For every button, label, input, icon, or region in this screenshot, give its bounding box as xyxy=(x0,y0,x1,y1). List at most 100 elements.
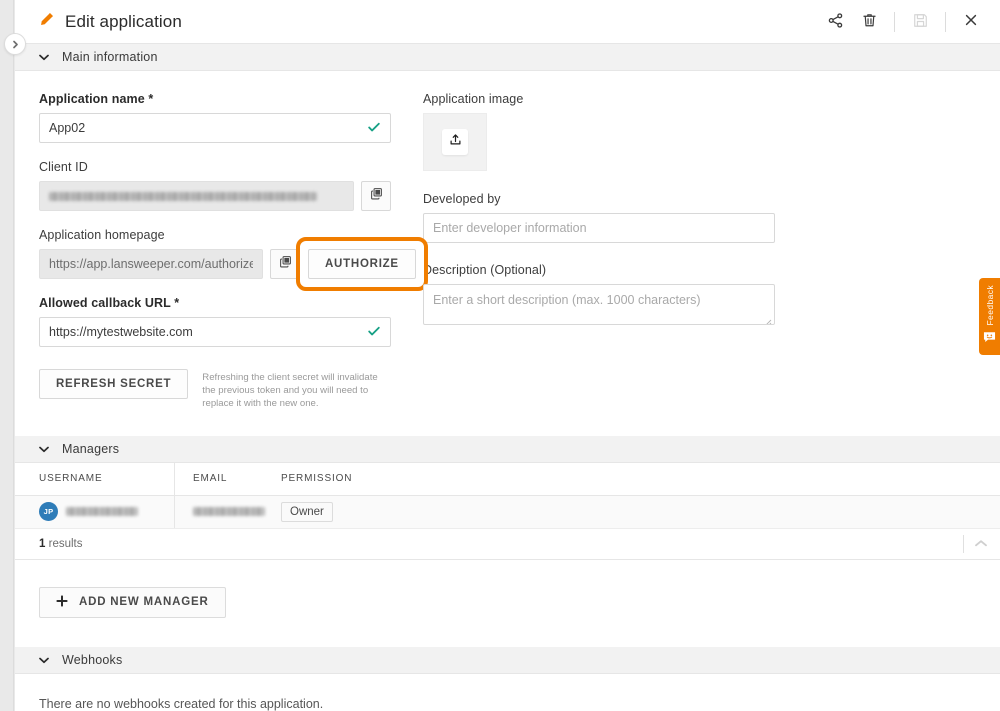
field-allowed-callback-url: Allowed callback URL * https://mytestweb… xyxy=(39,296,391,347)
managers-table-header: USERNAME EMAIL PERMISSION xyxy=(15,462,1000,496)
webhooks-empty-state: There are no webhooks created for this a… xyxy=(39,696,324,711)
application-name-input[interactable]: App02 xyxy=(39,113,391,143)
save-icon xyxy=(912,12,929,32)
description-placeholder: Enter a short description (max. 1000 cha… xyxy=(433,293,701,307)
column-header-email: EMAIL xyxy=(193,473,228,485)
section-title: Managers xyxy=(62,441,120,456)
section-title: Main information xyxy=(62,50,158,64)
application-name-value: App02 xyxy=(49,121,86,135)
results-text: 1 results xyxy=(39,538,82,550)
pencil-icon xyxy=(39,12,54,32)
sidebar-expand-handle[interactable] xyxy=(4,33,26,55)
left-rail xyxy=(0,0,14,711)
smiley-chat-icon xyxy=(983,330,996,348)
results-bar-actions xyxy=(963,534,988,553)
client-id-input[interactable] xyxy=(39,181,354,211)
field-application-name: Application name * App02 xyxy=(39,92,391,143)
application-image-upload[interactable] xyxy=(423,113,487,171)
app-root: Edit application Main information Applic… xyxy=(0,0,1000,711)
upload-icon xyxy=(449,133,462,151)
upload-icon-chip xyxy=(442,129,468,155)
allowed-callback-url-input[interactable]: https://mytestwebsite.com xyxy=(39,317,391,347)
application-homepage-row: https://app.lansweeper.com/authorize AUT… xyxy=(39,237,428,291)
authorize-button-wrapper: AUTHORIZE xyxy=(296,237,428,291)
page-title: Edit application xyxy=(65,11,182,31)
page-header: Edit application xyxy=(15,0,1000,44)
form-column-left: Application name * App02 Client ID Appli… xyxy=(39,92,428,411)
chevron-down-icon xyxy=(39,651,49,669)
main-panel: Edit application Main information Applic… xyxy=(15,0,1000,711)
authorize-button[interactable]: AUTHORIZE xyxy=(308,249,416,279)
page-title-group: Edit application xyxy=(39,12,182,32)
delete-button[interactable] xyxy=(852,5,886,39)
managers-results-bar: 1 results xyxy=(15,528,1000,560)
resize-grip-icon[interactable] xyxy=(764,315,772,324)
refresh-secret-note: Refreshing the client secret will invali… xyxy=(202,372,378,410)
developed-by-input[interactable]: Enter developer information xyxy=(423,213,775,243)
section-title: Webhooks xyxy=(62,652,123,667)
field-client-id: Client ID xyxy=(39,160,391,211)
client-id-label: Client ID xyxy=(39,160,88,174)
table-row[interactable]: JP Owner xyxy=(15,495,1000,529)
add-new-manager-button[interactable]: ADD NEW MANAGER xyxy=(39,586,226,618)
client-id-redacted-value xyxy=(49,191,317,201)
close-button[interactable] xyxy=(954,5,988,39)
header-divider-1 xyxy=(894,11,895,32)
form-column-right: Application image Developed by Enter dev… xyxy=(423,92,775,411)
add-new-manager-label: ADD NEW MANAGER xyxy=(79,596,209,609)
field-description: Description (Optional) Enter a short des… xyxy=(423,263,775,325)
feedback-label: Feedback xyxy=(984,285,995,326)
section-header-webhooks[interactable]: Webhooks xyxy=(15,646,1000,674)
close-icon xyxy=(963,12,979,31)
copy-icon xyxy=(370,187,383,205)
application-homepage-value: https://app.lansweeper.com/authorize xyxy=(49,257,253,271)
chevron-right-icon xyxy=(11,40,20,49)
field-application-homepage: Application homepage https://app.lanswee… xyxy=(39,228,428,291)
trash-icon xyxy=(861,12,878,32)
application-homepage-label: Application homepage xyxy=(39,228,165,242)
email-redacted-value xyxy=(193,507,265,517)
application-name-label: Application name * xyxy=(39,92,154,106)
results-label: results xyxy=(48,537,83,550)
copy-icon xyxy=(279,255,292,273)
copy-client-id-button[interactable] xyxy=(361,181,391,211)
developed-by-placeholder: Enter developer information xyxy=(433,221,587,235)
feedback-tab[interactable]: Feedback xyxy=(979,278,1000,355)
plus-icon xyxy=(56,595,68,610)
chevron-up-icon[interactable] xyxy=(974,535,988,553)
section-header-main-information[interactable]: Main information xyxy=(15,44,1000,71)
refresh-secret-row: REFRESH SECRET Refreshing the client sec… xyxy=(39,369,391,411)
header-divider-2 xyxy=(945,11,946,32)
chevron-down-icon xyxy=(39,48,49,66)
cell-username: JP xyxy=(39,495,175,528)
share-button[interactable] xyxy=(818,5,852,39)
application-image-label: Application image xyxy=(423,92,524,106)
valid-check-icon xyxy=(367,120,381,137)
main-information-body: Application name * App02 Client ID Appli… xyxy=(15,71,1000,411)
field-application-image: Application image xyxy=(423,92,775,171)
valid-check-icon xyxy=(367,324,381,341)
column-header-username: USERNAME xyxy=(39,462,175,495)
avatar: JP xyxy=(39,502,58,522)
username-redacted-value xyxy=(66,507,138,517)
header-actions xyxy=(818,5,988,39)
status-badge: Owner xyxy=(281,501,333,522)
refresh-secret-button[interactable]: REFRESH SECRET xyxy=(39,369,189,399)
client-id-row xyxy=(39,181,391,211)
application-homepage-input[interactable]: https://app.lansweeper.com/authorize xyxy=(39,249,263,279)
save-button[interactable] xyxy=(903,5,937,39)
column-header-permission: PERMISSION xyxy=(281,473,353,485)
developed-by-label: Developed by xyxy=(423,192,501,206)
copy-homepage-button[interactable] xyxy=(270,249,300,279)
description-textarea[interactable]: Enter a short description (max. 1000 cha… xyxy=(423,284,775,325)
cell-permission: Owner xyxy=(281,496,333,528)
add-manager-wrapper: ADD NEW MANAGER xyxy=(15,560,1000,647)
description-label: Description (Optional) xyxy=(423,263,547,277)
field-developed-by: Developed by Enter developer information xyxy=(423,192,775,243)
section-header-managers[interactable]: Managers xyxy=(15,435,1000,463)
chevron-down-icon xyxy=(39,440,49,458)
cell-email xyxy=(175,496,281,528)
allowed-callback-url-label: Allowed callback URL * xyxy=(39,296,180,310)
results-count: 1 xyxy=(39,537,46,550)
results-divider xyxy=(963,534,964,553)
